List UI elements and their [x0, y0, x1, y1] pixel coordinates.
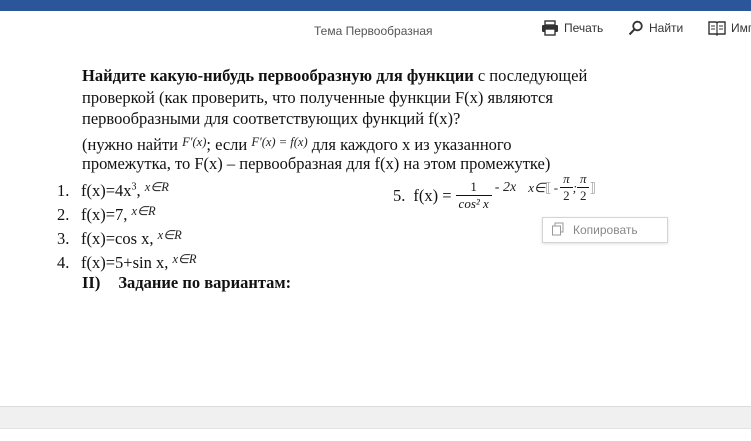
- document-title: Тема Первообразная: [314, 24, 433, 38]
- list-item: 4. f(x)=5+sin x, x∈R: [57, 252, 197, 272]
- list-item: 3. f(x)=cos x, x∈R: [57, 228, 182, 248]
- immersive-reader-label: Имп: [731, 21, 751, 35]
- command-bar: Тема Первообразная Печать Найти Им: [0, 11, 751, 51]
- find-button[interactable]: Найти: [628, 20, 683, 36]
- copy-icon: [551, 222, 565, 239]
- search-icon: [628, 20, 644, 36]
- task-line-4: (нужно найти F′(x); если F′(x) = f(x) дл…: [82, 135, 512, 154]
- task-heading: Найдите какую-нибудь первообразную для ф…: [82, 66, 474, 85]
- immersive-reader-button[interactable]: Имп: [708, 20, 751, 36]
- print-label: Печать: [564, 21, 604, 35]
- copy-popup[interactable]: Копировать: [542, 217, 668, 243]
- print-button[interactable]: Печать: [541, 20, 603, 36]
- book-icon: [708, 20, 726, 36]
- formula-condition: F′(x) = f(x): [251, 135, 308, 149]
- printer-icon: [541, 20, 559, 36]
- find-label: Найти: [649, 21, 684, 35]
- domain-label: x∈R: [144, 180, 169, 194]
- task-line-5: промежутка, то F(x) – первообразная для …: [82, 154, 551, 173]
- status-bar: [0, 428, 751, 441]
- list-item: 1. f(x)=4x3, x∈R: [57, 180, 169, 200]
- horizontal-scrollbar[interactable]: [0, 406, 751, 429]
- domain-label: x∈ ⟦ - π 2 ; π 2 ⟧: [528, 171, 596, 203]
- copy-label: Копировать: [573, 223, 638, 237]
- task-line-2: проверкой (как проверить, что полученные…: [82, 88, 553, 107]
- domain-label: x∈R: [157, 228, 182, 242]
- task-line-1: Найдите какую-нибудь первообразную для ф…: [82, 66, 587, 86]
- domain-label: x∈R: [131, 204, 156, 218]
- title-bar: [0, 0, 751, 11]
- section-heading: II) Задание по вариантам:: [82, 273, 292, 292]
- fraction: 1 cos² x: [455, 179, 492, 212]
- task-line-3: первообразными для соответствующих функц…: [82, 109, 461, 128]
- domain-label: x∈R: [172, 252, 197, 266]
- formula-derivative: F′(x): [182, 135, 207, 149]
- list-item-5: 5. f(x) = 1 cos² x - 2x x∈ ⟦ - π 2 ; π 2…: [393, 171, 596, 212]
- list-item: 2. f(x)=7, x∈R: [57, 204, 156, 224]
- task-heading-rest: с последующей: [473, 66, 588, 85]
